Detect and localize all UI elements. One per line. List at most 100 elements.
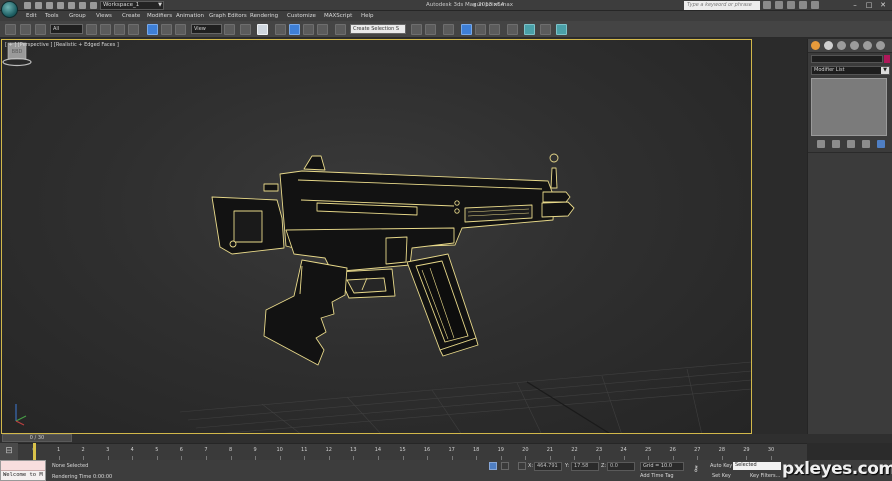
schematic-view-icon[interactable] xyxy=(489,24,500,35)
viewport-label[interactable]: [ + ] [Perspective ] [Realistic + Edged … xyxy=(5,42,119,48)
select-by-name-icon[interactable] xyxy=(100,24,111,35)
menu-create[interactable]: Create xyxy=(122,11,140,21)
select-scale-icon[interactable] xyxy=(175,24,186,35)
motion-tab-icon[interactable] xyxy=(850,41,859,50)
menu-customize[interactable]: Customize xyxy=(287,11,316,21)
add-time-tag-button[interactable]: Add Time Tag xyxy=(640,473,674,479)
menu-group[interactable]: Group xyxy=(69,11,86,21)
world-axis-icon xyxy=(15,404,27,426)
track-bar[interactable]: 0123456789101112131415161718192021222324… xyxy=(0,443,807,460)
fetch-icon[interactable] xyxy=(90,2,97,9)
maxscript-input[interactable] xyxy=(1,461,45,471)
snaps-toggle-icon[interactable] xyxy=(275,24,286,35)
pin-stack-icon[interactable] xyxy=(817,140,825,148)
perspective-viewport[interactable]: [ + ] [Perspective ] [Realistic + Edged … xyxy=(1,39,752,434)
remove-modifier-icon[interactable] xyxy=(862,140,870,148)
menu-edit[interactable]: Edit xyxy=(26,11,37,21)
menu-tools[interactable]: Tools xyxy=(45,11,59,21)
absolute-mode-transform-icon[interactable] xyxy=(518,462,526,470)
hold-icon[interactable] xyxy=(79,2,86,9)
maximize-button[interactable]: □ xyxy=(864,0,874,10)
minimize-button[interactable]: – xyxy=(850,0,860,10)
modify-tab-icon[interactable] xyxy=(824,41,833,50)
reference-coordinate-dropdown[interactable]: View xyxy=(191,24,222,34)
time-slider-thumb[interactable]: 0 / 30 xyxy=(2,434,72,442)
open-file-icon[interactable] xyxy=(35,2,42,9)
modifier-list-dropdown[interactable]: Modifier List ▼ xyxy=(811,66,890,75)
search-input[interactable]: Type a keyword or phrase xyxy=(684,1,760,10)
x-coordinate-field[interactable]: 464.791 xyxy=(534,462,562,471)
auto-key-button[interactable]: Auto Key xyxy=(710,463,732,469)
new-file-icon[interactable] xyxy=(24,2,31,9)
menu-modifiers[interactable]: Modifiers xyxy=(147,11,172,21)
object-name-field[interactable] xyxy=(811,55,883,63)
undo-icon[interactable] xyxy=(57,2,64,9)
create-tab-icon[interactable] xyxy=(811,41,820,50)
y-coordinate-field[interactable]: 17.58 xyxy=(571,462,599,471)
modifier-stack[interactable] xyxy=(811,78,887,136)
angle-snap-icon[interactable] xyxy=(289,24,300,35)
make-unique-icon[interactable] xyxy=(847,140,855,148)
redo-icon[interactable] xyxy=(68,2,75,9)
favorites-icon[interactable] xyxy=(799,1,807,9)
select-move-icon[interactable] xyxy=(147,24,158,35)
key-filters-button[interactable]: Key Filters... xyxy=(750,473,780,479)
selection-lock-icon[interactable] xyxy=(489,462,497,470)
help-icon[interactable] xyxy=(811,1,819,9)
select-rotate-icon[interactable] xyxy=(161,24,172,35)
key-selection-dropdown[interactable]: Selected xyxy=(733,462,781,470)
hierarchy-tab-icon[interactable] xyxy=(837,41,846,50)
spinner-snap-icon[interactable] xyxy=(317,24,328,35)
selection-filter-dropdown[interactable]: All xyxy=(50,24,83,34)
save-file-icon[interactable] xyxy=(46,2,53,9)
unlink-icon[interactable] xyxy=(20,24,31,35)
isolate-selection-icon[interactable] xyxy=(501,462,509,470)
material-editor-icon[interactable] xyxy=(507,24,518,35)
app-logo-icon[interactable] xyxy=(1,1,18,18)
communication-center-icon[interactable] xyxy=(787,1,795,9)
key-icon[interactable]: ⚷ xyxy=(693,464,699,473)
edit-named-selection-icon[interactable] xyxy=(335,24,346,35)
configure-modifier-sets-icon[interactable] xyxy=(877,140,885,148)
frame-tick-label: 25 xyxy=(644,447,652,453)
set-key-button[interactable]: Set Key xyxy=(712,473,731,479)
subscription-icon[interactable] xyxy=(775,1,783,9)
select-manipulate-icon[interactable] xyxy=(240,24,251,35)
render-setup-icon[interactable] xyxy=(524,24,535,35)
mirror-icon[interactable] xyxy=(411,24,422,35)
menu-animation[interactable]: Animation xyxy=(176,11,204,21)
menu-rendering[interactable]: Rendering xyxy=(250,11,278,21)
z-coordinate-field[interactable]: 0.0 xyxy=(607,462,635,471)
bind-space-warp-icon[interactable] xyxy=(35,24,46,35)
graphite-modeling-icon[interactable] xyxy=(461,24,472,35)
pivot-center-icon[interactable] xyxy=(224,24,235,35)
x-label: X: xyxy=(528,463,534,469)
search-icon[interactable] xyxy=(763,1,771,9)
layer-manager-icon[interactable] xyxy=(443,24,454,35)
menu-maxscript[interactable]: MAXScript xyxy=(324,11,352,21)
select-link-icon[interactable] xyxy=(5,24,16,35)
curve-editor-icon[interactable] xyxy=(475,24,486,35)
window-crossing-icon[interactable] xyxy=(128,24,139,35)
object-color-swatch[interactable] xyxy=(884,55,890,63)
keyboard-shortcut-override-icon[interactable] xyxy=(257,24,268,35)
named-selection-dropdown[interactable]: Create Selection S xyxy=(350,24,406,34)
utilities-tab-icon[interactable] xyxy=(876,41,885,50)
menu-graph-editors[interactable]: Graph Editors xyxy=(209,11,247,21)
close-button[interactable]: ✕ xyxy=(878,0,888,10)
rendered-frame-window-icon[interactable] xyxy=(540,24,551,35)
time-slider-track[interactable] xyxy=(0,434,892,443)
percent-snap-icon[interactable] xyxy=(303,24,314,35)
display-tab-icon[interactable] xyxy=(863,41,872,50)
menu-views[interactable]: Views xyxy=(96,11,112,21)
align-icon[interactable] xyxy=(425,24,436,35)
rectangular-selection-icon[interactable] xyxy=(114,24,125,35)
select-object-icon[interactable] xyxy=(86,24,97,35)
show-end-result-icon[interactable] xyxy=(832,140,840,148)
open-mini-curve-editor-icon[interactable]: ⊟ xyxy=(0,443,18,460)
menu-help[interactable]: Help xyxy=(361,11,374,21)
time-cursor[interactable] xyxy=(33,443,36,460)
render-production-icon[interactable] xyxy=(556,24,567,35)
maxscript-listener[interactable]: Welcome to M xyxy=(0,460,46,481)
workspace-dropdown[interactable]: Workspace_1 ▼ xyxy=(100,1,164,10)
